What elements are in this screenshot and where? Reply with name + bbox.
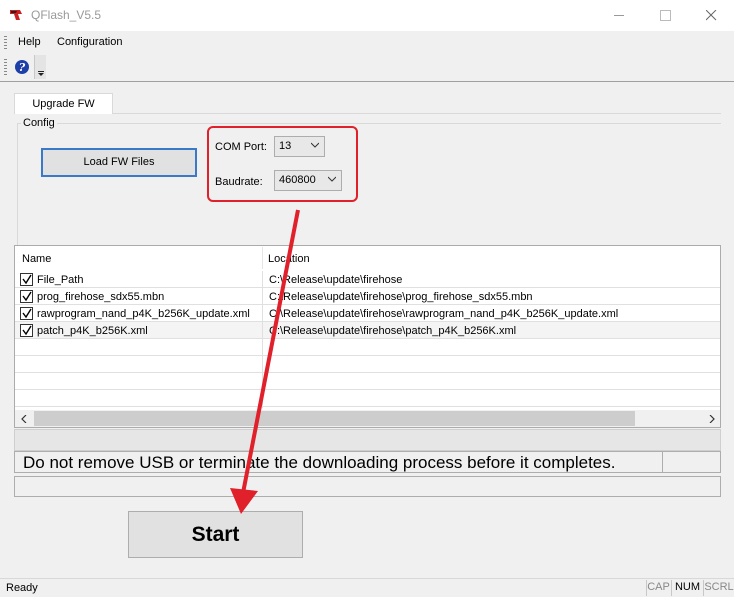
checkmark-icon xyxy=(22,274,32,285)
scroll-left-button[interactable] xyxy=(15,410,32,427)
progress-bar-secondary xyxy=(14,476,721,497)
row-name: File_Path xyxy=(37,274,84,286)
row-checkbox[interactable] xyxy=(20,307,33,320)
window-title: QFlash_V5.5 xyxy=(31,8,102,22)
warning-message: Do not remove USB or terminate the downl… xyxy=(14,451,663,473)
row-location: C:\Release\update\firehose\patch_p4K_b25… xyxy=(269,325,517,337)
table-row-empty xyxy=(15,373,720,390)
tab-upgrade-fw[interactable]: Upgrade FW xyxy=(14,93,113,114)
row-location: C:\Release\update\firehose xyxy=(269,274,403,286)
column-divider xyxy=(262,271,263,408)
scroll-right-button[interactable] xyxy=(703,410,720,427)
column-header-location[interactable]: Location xyxy=(268,253,310,265)
row-location: C:\Release\update\firehose\prog_firehose… xyxy=(269,291,533,303)
row-name: patch_p4K_b256K.xml xyxy=(37,325,148,337)
scroll-lock-indicator: SCRL xyxy=(703,580,734,596)
svg-text:?: ? xyxy=(19,61,26,74)
column-header-name[interactable]: Name xyxy=(22,253,51,265)
column-divider[interactable] xyxy=(262,247,263,269)
row-name: prog_firehose_sdx55.mbn xyxy=(37,291,165,303)
minimize-icon xyxy=(613,15,624,16)
row-checkbox[interactable] xyxy=(20,324,33,337)
row-checkbox[interactable] xyxy=(20,273,33,286)
close-button[interactable] xyxy=(688,0,734,31)
status-bar xyxy=(0,578,734,597)
checkmark-icon xyxy=(22,325,32,336)
num-lock-indicator: NUM xyxy=(671,580,703,596)
chevron-left-icon xyxy=(20,414,26,423)
status-text: Ready xyxy=(6,582,38,594)
row-location: C:\Release\update\firehose\rawprogram_na… xyxy=(269,308,619,320)
table-row-empty xyxy=(15,356,720,373)
table-row-empty xyxy=(15,339,720,356)
menu-help[interactable]: Help xyxy=(18,36,41,48)
minimize-button[interactable] xyxy=(596,0,642,31)
row-name: rawprogram_nand_p4K_b256K_update.xml xyxy=(37,308,250,320)
checkmark-icon xyxy=(22,291,32,302)
qflash-logo-icon xyxy=(8,8,24,22)
toolbar xyxy=(0,54,734,82)
progress-bar xyxy=(14,429,721,451)
annotation-highlight-box xyxy=(207,126,358,202)
menu-configuration[interactable]: Configuration xyxy=(57,36,122,48)
menu-grip[interactable] xyxy=(4,36,7,50)
row-checkbox[interactable] xyxy=(20,290,33,303)
status-panel xyxy=(662,451,721,473)
help-question-icon[interactable]: ? xyxy=(13,58,31,76)
maximize-button[interactable] xyxy=(642,0,688,31)
chevron-down-icon xyxy=(38,71,44,76)
checkmark-icon xyxy=(22,308,32,319)
start-button[interactable]: Start xyxy=(128,511,303,558)
table-row-empty xyxy=(15,390,720,407)
toolbar-overflow-button[interactable] xyxy=(34,55,46,79)
caps-lock-indicator: CAP xyxy=(646,580,670,596)
config-group-label: Config xyxy=(21,117,57,129)
close-icon xyxy=(705,10,716,21)
config-group xyxy=(17,123,721,245)
chevron-right-icon xyxy=(709,414,715,423)
toolbar-grip[interactable] xyxy=(4,59,7,75)
scrollbar-thumb[interactable] xyxy=(34,411,635,426)
maximize-icon xyxy=(659,10,671,21)
load-fw-files-button[interactable]: Load FW Files xyxy=(41,148,197,177)
